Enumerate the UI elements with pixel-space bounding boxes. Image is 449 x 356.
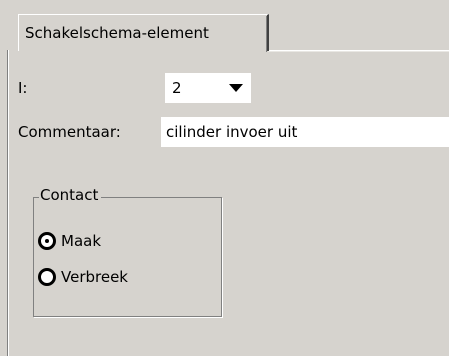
comment-label: Commentaar: (18, 123, 121, 141)
tab-strip-line-inner (268, 51, 449, 52)
tab-schakelschema-element[interactable]: Schakelschema-element (18, 14, 269, 52)
radio-selected-dot-icon (45, 239, 49, 243)
comment-field[interactable]: cilinder invoer uit (161, 117, 449, 147)
radio-verbreek-label: Verbreek (61, 268, 128, 286)
radio-maak[interactable]: Maak (38, 230, 158, 252)
contact-groupbox-title: Contact (39, 186, 102, 204)
tab-label: Schakelschema-element (25, 24, 209, 42)
tab-shadow (266, 16, 267, 52)
dialog-panel: Schakelschema-element I: 2 Commentaar: c… (0, 0, 449, 356)
radio-verbreek-button[interactable] (38, 268, 56, 286)
i-select-dropdown-button[interactable] (223, 75, 249, 101)
i-select[interactable]: 2 (165, 73, 251, 103)
comment-field-value: cilinder invoer uit (166, 123, 298, 141)
chevron-down-icon (229, 84, 243, 92)
radio-verbreek[interactable]: Verbreek (38, 266, 188, 288)
contact-groupbox (33, 197, 222, 317)
i-label: I: (18, 79, 28, 97)
radio-maak-button[interactable] (38, 232, 56, 250)
i-select-value: 2 (172, 79, 182, 97)
radio-maak-label: Maak (61, 232, 102, 250)
